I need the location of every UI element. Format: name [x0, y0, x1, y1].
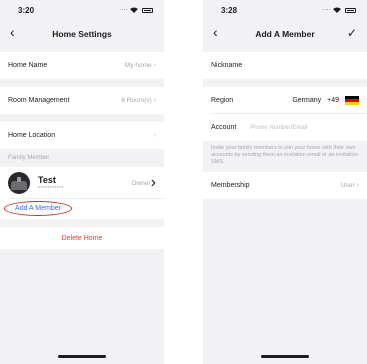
nickname-row[interactable]: Nickname — [203, 52, 367, 79]
home-settings-screen: 3:20 .... ‹ Home Settings Home Name My h… — [0, 0, 164, 364]
home-name-value: My home — [124, 62, 152, 69]
status-bar: 3:28 .... — [203, 0, 367, 20]
page-title: Home Settings — [52, 29, 112, 39]
chevron-right-icon: › — [356, 182, 359, 189]
room-management-label: Room Management — [8, 97, 70, 104]
chevron-right-icon: › — [153, 97, 156, 104]
region-code: +49 — [327, 97, 339, 104]
membership-label: Membership — [211, 182, 250, 189]
battery-icon — [345, 8, 356, 13]
home-location-label: Home Location — [8, 132, 56, 139]
wifi-icon — [130, 7, 138, 13]
member-role: Owner — [131, 179, 151, 187]
wifi-icon — [333, 7, 341, 13]
membership-value: User — [340, 182, 355, 189]
checkmark-icon[interactable]: ✓ — [347, 26, 357, 40]
add-member-screen: 3:28 .... ‹ Add A Member ✓ Nickname Regi… — [203, 0, 367, 364]
room-count-value: 6 Room(s) — [121, 97, 152, 104]
add-member-button[interactable]: Add A Member — [4, 201, 72, 216]
family-member-row[interactable]: Test *********** Owner › — [0, 167, 164, 199]
membership-row[interactable]: Membership User › — [203, 172, 367, 199]
add-member-row: Add A Member — [0, 199, 164, 219]
chevron-right-icon: › — [153, 132, 156, 139]
delete-home-button[interactable]: Delete Home — [0, 227, 164, 249]
home-indicator — [261, 355, 309, 358]
page-title: Add A Member — [255, 29, 315, 39]
member-name: Test — [38, 174, 56, 185]
status-time: 3:28 — [221, 6, 238, 15]
germany-flag-icon — [345, 95, 359, 106]
region-country: Germany — [292, 97, 322, 104]
signal-icon: .... — [322, 6, 331, 12]
invite-description: Invite your family members to join your … — [203, 141, 367, 172]
account-label: Account — [211, 124, 237, 131]
signal-icon: .... — [119, 6, 128, 12]
room-management-row[interactable]: Room Management 6 Room(s) › — [0, 87, 164, 114]
home-location-row[interactable]: Home Location › — [0, 122, 164, 149]
account-row: Account Phone Number/Email — [203, 114, 367, 141]
account-input[interactable]: Phone Number/Email — [250, 125, 307, 131]
member-account-masked: *********** — [38, 185, 64, 192]
home-indicator — [58, 355, 106, 358]
chevron-right-icon: › — [150, 174, 156, 191]
navigation-bar: ‹ Home Settings — [0, 20, 164, 52]
region-label: Region — [211, 97, 234, 104]
home-name-row[interactable]: Home Name My home › — [0, 52, 164, 79]
family-member-section-label: Family Member — [8, 155, 50, 161]
status-bar: 3:20 .... — [0, 0, 164, 20]
home-name-label: Home Name — [8, 62, 48, 69]
nickname-label: Nickname — [211, 62, 243, 69]
status-time: 3:20 — [18, 6, 35, 15]
chevron-right-icon: › — [153, 62, 156, 69]
region-row[interactable]: Region Germany +49 — [203, 87, 367, 114]
avatar — [8, 172, 30, 194]
navigation-bar: ‹ Add A Member ✓ — [203, 20, 367, 52]
battery-icon — [142, 8, 153, 13]
